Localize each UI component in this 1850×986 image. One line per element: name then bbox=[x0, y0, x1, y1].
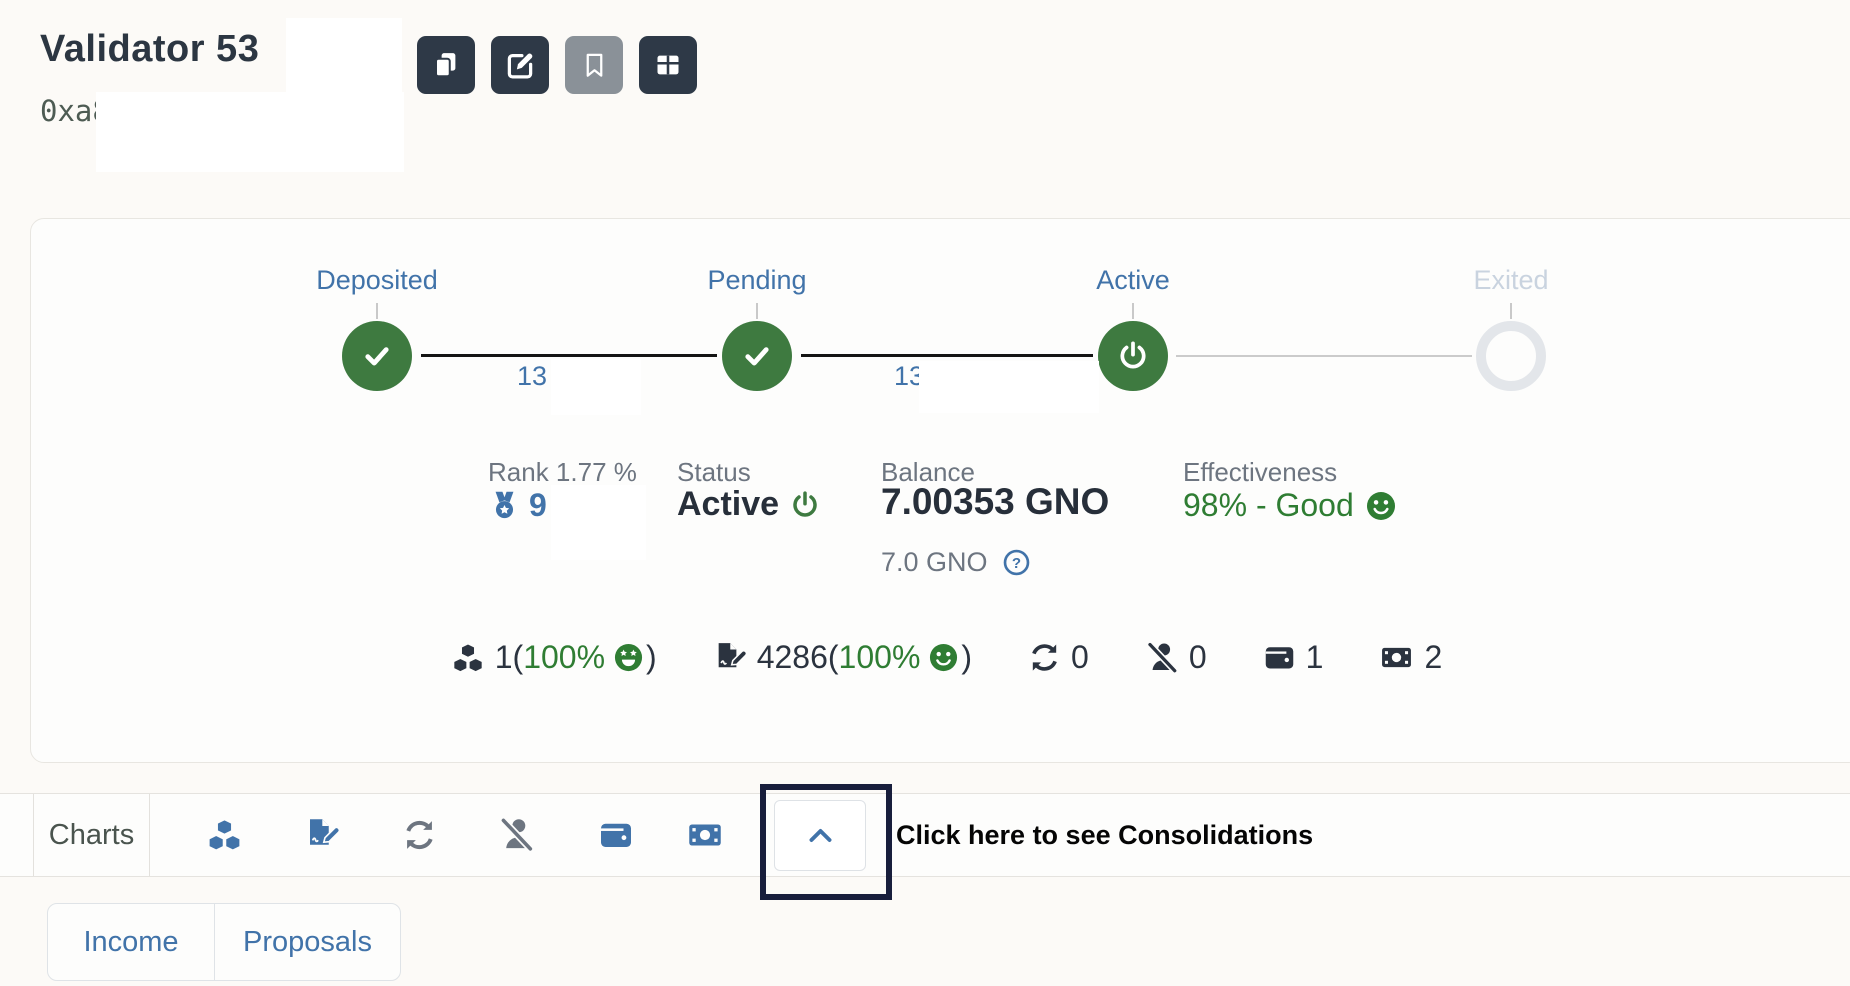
step-connector-future bbox=[1176, 355, 1472, 357]
smile-icon bbox=[1365, 490, 1397, 522]
smile-icon bbox=[928, 642, 959, 673]
redaction-box bbox=[551, 485, 646, 560]
status-value-row: Active bbox=[677, 485, 820, 524]
sync-counter: 0 bbox=[1028, 639, 1089, 676]
user-slash-icon bbox=[1145, 641, 1179, 675]
withdrawals-chart-icon[interactable] bbox=[686, 817, 724, 853]
header-actions bbox=[417, 36, 697, 94]
attestations-pct: 100% bbox=[839, 639, 921, 676]
step-label-exited: Exited bbox=[1473, 265, 1548, 296]
balance-effective: 7.0 GNO bbox=[881, 547, 988, 578]
power-icon bbox=[1117, 340, 1149, 372]
file-signature-icon bbox=[713, 641, 747, 675]
withdrawals-count: 2 bbox=[1424, 639, 1442, 676]
grin-stars-icon bbox=[613, 642, 644, 673]
attestations-counter: 4286(100% ) bbox=[713, 639, 972, 676]
question-circle-icon[interactable]: ? bbox=[1002, 548, 1031, 577]
effectiveness-value: 98% - Good bbox=[1183, 487, 1354, 524]
balance-value-row: 7.00353 GNO bbox=[881, 481, 1109, 523]
slashings-counter: 0 bbox=[1145, 639, 1207, 676]
chevron-up-icon bbox=[805, 820, 836, 851]
redaction-box bbox=[551, 359, 641, 415]
copy-button[interactable] bbox=[417, 36, 475, 94]
power-icon bbox=[790, 490, 820, 520]
table-view-button[interactable] bbox=[639, 36, 697, 94]
money-bill-icon bbox=[1379, 641, 1414, 674]
attestations-chart-icon[interactable] bbox=[304, 817, 340, 853]
validator-summary-card: Deposited Pending Active Exited 13 139 R… bbox=[30, 218, 1850, 763]
attestations-count: 4286 bbox=[757, 639, 828, 676]
balance-sub-row: 7.0 GNO ? bbox=[881, 547, 1031, 578]
sync-count: 0 bbox=[1071, 639, 1089, 676]
tab-income[interactable]: Income bbox=[48, 904, 215, 980]
tab-proposals[interactable]: Proposals bbox=[215, 904, 400, 980]
step-circle-exited bbox=[1476, 321, 1546, 391]
check-icon bbox=[740, 339, 774, 373]
blocks-pct: 100% bbox=[523, 639, 605, 676]
counters-row: 1(100% ) 4286(100% ) bbox=[31, 639, 1850, 676]
paren: ( bbox=[513, 639, 524, 676]
consolidations-collapse-button[interactable] bbox=[774, 800, 866, 871]
rank-label: Rank 1.77 % bbox=[488, 457, 637, 488]
rank-medal-count: 9 bbox=[529, 487, 547, 524]
svg-text:?: ? bbox=[1011, 555, 1020, 572]
balance-value: 7.00353 GNO bbox=[881, 481, 1109, 523]
edit-icon bbox=[505, 50, 535, 80]
sync-chart-icon[interactable] bbox=[402, 818, 437, 853]
deposits-chart-icon[interactable] bbox=[598, 817, 634, 853]
slashings-chart-icon[interactable] bbox=[498, 817, 535, 854]
step-tick bbox=[1510, 303, 1512, 319]
effectiveness-value-row: 98% - Good bbox=[1183, 487, 1397, 524]
sync-icon bbox=[1028, 641, 1061, 674]
copy-icon bbox=[431, 50, 461, 80]
paren: ) bbox=[646, 639, 657, 676]
deposits-count: 1 bbox=[1306, 639, 1324, 676]
step-tick bbox=[376, 303, 378, 319]
status-value: Active bbox=[677, 485, 779, 524]
step-label-pending: Pending bbox=[707, 265, 806, 296]
medal-icon bbox=[488, 489, 521, 522]
charts-toolbar: Charts bbox=[0, 793, 1850, 877]
step-connector bbox=[801, 354, 1093, 357]
blocks-chart-icon[interactable] bbox=[206, 818, 243, 853]
page-title: Validator 53 bbox=[40, 28, 259, 71]
step-tick bbox=[756, 303, 758, 319]
charts-tab-label: Charts bbox=[33, 794, 150, 876]
step-tick bbox=[1132, 303, 1134, 319]
blocks-count: 1 bbox=[495, 639, 513, 676]
paren: ) bbox=[961, 639, 972, 676]
table-icon bbox=[654, 51, 682, 79]
wallet-icon bbox=[1263, 641, 1296, 674]
epoch-deposited-pending: 13 bbox=[517, 361, 547, 392]
status-label: Status bbox=[677, 457, 751, 488]
deposits-counter: 1 bbox=[1263, 639, 1324, 676]
paren: ( bbox=[828, 639, 839, 676]
bookmark-button[interactable] bbox=[565, 36, 623, 94]
step-label-active: Active bbox=[1096, 265, 1170, 296]
step-circle-pending bbox=[722, 321, 792, 391]
step-circle-active bbox=[1098, 321, 1168, 391]
rank-value: 9 bbox=[488, 487, 547, 524]
step-circle-deposited bbox=[342, 321, 412, 391]
slashings-count: 0 bbox=[1189, 639, 1207, 676]
withdrawals-counter: 2 bbox=[1379, 639, 1442, 676]
redaction-box bbox=[919, 361, 1099, 413]
step-connector bbox=[421, 354, 717, 357]
cubes-icon bbox=[451, 642, 485, 674]
blocks-counter: 1(100% ) bbox=[451, 639, 657, 676]
annotation-text: Click here to see Consolidations bbox=[896, 794, 1313, 876]
chart-tabs: Income Proposals bbox=[47, 903, 401, 981]
check-icon bbox=[360, 339, 394, 373]
effectiveness-label: Effectiveness bbox=[1183, 457, 1337, 488]
bookmark-icon bbox=[581, 52, 608, 79]
redaction-box bbox=[96, 92, 404, 172]
edit-button[interactable] bbox=[491, 36, 549, 94]
step-label-deposited: Deposited bbox=[316, 265, 438, 296]
